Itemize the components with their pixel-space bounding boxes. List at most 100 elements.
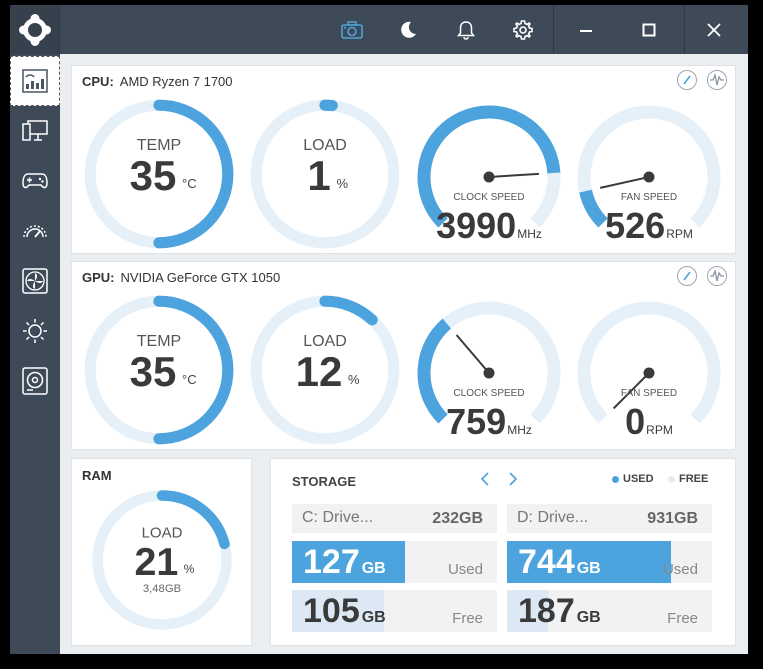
cpu-fan-gauge-readout: 526RPM xyxy=(605,205,693,246)
minimize-button[interactable] xyxy=(558,5,614,54)
cpu-tools xyxy=(677,70,727,90)
drive-d-header[interactable]: D: Drive... 931GB xyxy=(507,504,712,533)
drive-d-free-bar: 187 GB Free xyxy=(507,590,712,632)
ram-panel: RAM LOAD 21% 3,48GB xyxy=(71,458,252,646)
chevron-left-icon xyxy=(480,472,489,486)
gpu-label: GPU: xyxy=(82,270,115,285)
ram-load-gauge: LOAD21 %3,48GB xyxy=(92,490,232,630)
drive-d-free-label: Free xyxy=(667,610,698,627)
cpu-load-gauge-value: 1 xyxy=(307,152,330,199)
storage-panel: STORAGE USED FREE C: Drive... 232GB 127 G… xyxy=(270,458,736,646)
cpu-clock-gauge-needle xyxy=(488,172,539,178)
dashboard-icon xyxy=(22,69,48,93)
ram-load-gauge-value: 21 xyxy=(134,540,178,584)
ram-title: RAM xyxy=(82,468,112,483)
gpu-fan-gauge-value: 0 xyxy=(625,401,645,442)
gpu-title: GPU: NVIDIA GeForce GTX 1050 xyxy=(82,270,280,285)
gpu-temp-gauge-value: 35 xyxy=(130,348,177,395)
gpu-graph-view-button[interactable] xyxy=(707,266,727,286)
cpu-label: CPU: xyxy=(82,74,114,89)
gpu-name: NVIDIA GeForce GTX 1050 xyxy=(120,270,281,285)
cpu-clock-gauge-needle-hub xyxy=(483,171,495,183)
gpu-clock-gauge-value: 759 xyxy=(446,401,506,442)
drive-c-free-unit: GB xyxy=(361,609,386,626)
legend-free-label: FREE xyxy=(679,473,709,485)
storage-next-button[interactable] xyxy=(505,471,519,492)
gauge-icon xyxy=(683,271,691,281)
cpu-fan-gauge-needle-hub xyxy=(643,171,655,183)
drive-c-used-value: 127 GB xyxy=(303,543,386,582)
app-logo-icon[interactable] xyxy=(10,5,60,54)
drive-c-used-number: 127 xyxy=(303,543,360,581)
gpu-clock-gauge-readout: 759MHz xyxy=(446,401,532,442)
drive-c-size: 232GB xyxy=(432,510,483,527)
sun-icon xyxy=(23,319,47,343)
cpu-clock-gauge-unit: MHz xyxy=(517,227,542,241)
gpu-clock-gauge-label: CLOCK SPEED xyxy=(453,388,524,399)
cpu-graph-view-button[interactable] xyxy=(707,70,727,90)
drive-d-free-unit: GB xyxy=(576,609,601,626)
gpu-load-gauge-value: 12 xyxy=(296,348,343,395)
cpu-fan-gauge-unit: RPM xyxy=(666,227,693,241)
cpu-fan-gauge-label: FAN SPEED xyxy=(621,192,677,203)
gpu-clock-gauge-needle-hub xyxy=(483,367,495,379)
sidebar-item-fans[interactable] xyxy=(10,256,60,306)
storage-title: STORAGE xyxy=(292,474,357,489)
cpu-temp-gauge: TEMP35 °C xyxy=(84,99,234,249)
gpu-gauge-view-button[interactable] xyxy=(677,266,697,286)
sidebar-item-overclock[interactable] xyxy=(10,206,60,256)
drive-d-free-value: 187 GB xyxy=(518,592,601,631)
chevron-right-icon xyxy=(509,472,518,486)
screenshot-button[interactable] xyxy=(324,5,380,54)
monitor-icon xyxy=(22,120,48,141)
gpu-clock-gauge-value-arc xyxy=(417,318,452,424)
camera-icon xyxy=(341,20,363,39)
gpu-load-gauge-value-arc xyxy=(319,295,378,326)
gpu-fan-gauge-unit: RPM xyxy=(646,423,673,437)
cpu-gauge-view-button[interactable] xyxy=(677,70,697,90)
drive-d-used-number: 744 xyxy=(518,543,575,581)
title-separator xyxy=(684,5,685,54)
gpu-load-gauge-unit: % xyxy=(348,372,360,387)
gpu-fan-gauge-readout: 0RPM xyxy=(625,401,673,442)
drive-d-used-unit: GB xyxy=(576,560,601,577)
notifications-button[interactable] xyxy=(438,5,494,54)
gear-icon xyxy=(513,19,533,40)
moon-icon xyxy=(401,21,416,38)
sidebar-item-dashboard[interactable] xyxy=(10,56,60,106)
title-separator xyxy=(553,5,554,54)
maximize-button[interactable] xyxy=(621,5,677,54)
drive-c-used-label: Used xyxy=(447,561,483,578)
legend-free-dot xyxy=(668,475,675,483)
cpu-name: AMD Ryzen 7 1700 xyxy=(119,74,233,89)
gpu-temp-gauge-unit: °C xyxy=(182,372,197,387)
sidebar-item-storage[interactable] xyxy=(10,356,60,406)
gpu-fan-gauge-label: FAN SPEED xyxy=(621,388,677,399)
gpu-temp-gauge: TEMP35 °C xyxy=(84,295,234,445)
theme-toggle-button[interactable] xyxy=(380,5,436,54)
drive-c-free-number: 105 xyxy=(303,592,360,630)
drive-c-header[interactable]: C: Drive... 232GB xyxy=(292,504,497,533)
legend-used: USED xyxy=(612,473,654,485)
cpu-temp-gauge-value: 35 xyxy=(130,152,177,199)
minimize-icon xyxy=(580,29,592,32)
ram-load-gauge-unit: % xyxy=(184,562,195,576)
storage-prev-button[interactable] xyxy=(479,471,493,492)
sidebar-item-system[interactable] xyxy=(10,106,60,156)
settings-button[interactable] xyxy=(495,5,551,54)
sidebar xyxy=(10,54,60,654)
drive-d-name: D: Drive... xyxy=(517,509,589,526)
sidebar-item-games[interactable] xyxy=(10,156,60,206)
cpu-load-gauge: LOAD1% xyxy=(250,99,400,249)
close-button[interactable] xyxy=(686,5,742,54)
legend-used-dot xyxy=(612,475,619,483)
sidebar-item-lighting[interactable] xyxy=(10,306,60,356)
bell-icon xyxy=(456,20,476,40)
cpu-clock-gauge-label: CLOCK SPEED xyxy=(453,192,524,203)
ram-load-gauge-amount: 3,48GB xyxy=(143,583,181,595)
gpu-load-gauge: LOAD12% xyxy=(250,295,400,445)
cpu-load-gauge-unit: % xyxy=(337,176,349,191)
gpu-tools xyxy=(677,266,727,286)
app-window: CPU: AMD Ryzen 7 1700 TEMP 35 °C LOAD 1% CLO… xyxy=(10,5,748,654)
gpu-clock-gauge: CLOCK SPEED 759MHz xyxy=(417,301,561,442)
